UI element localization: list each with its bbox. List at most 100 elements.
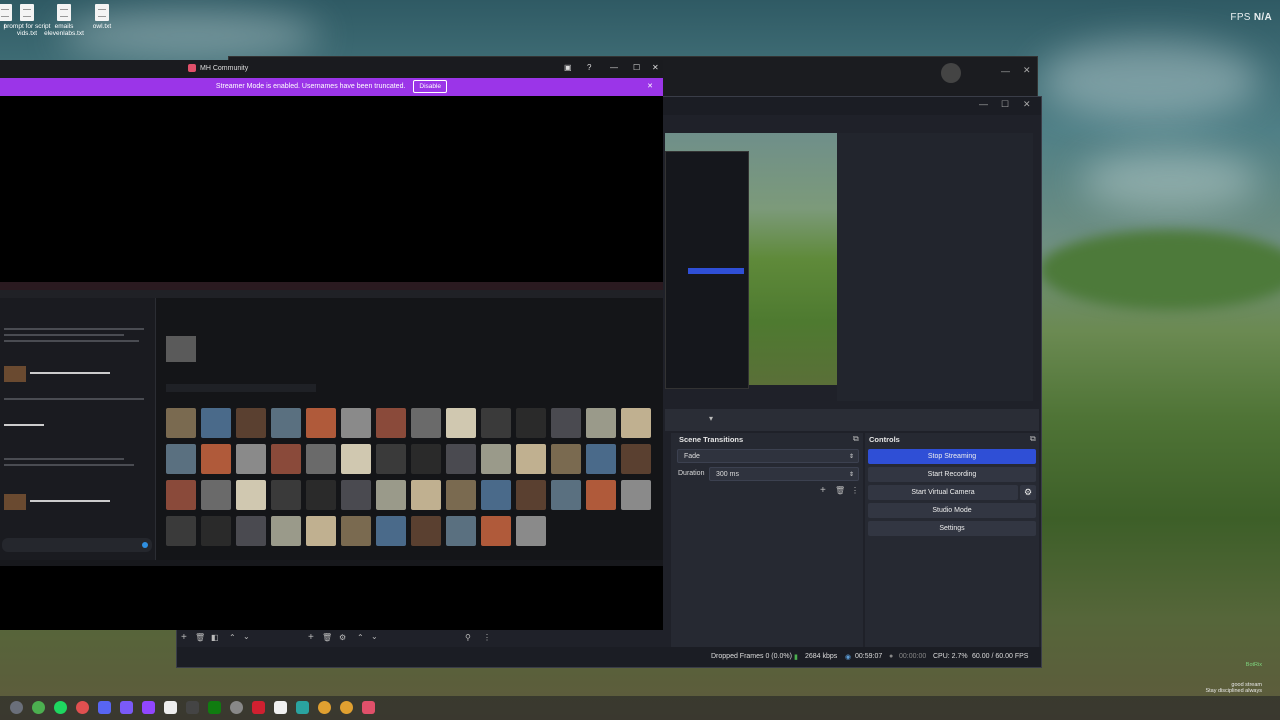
chevron-down-icon[interactable]: ▾	[709, 414, 713, 423]
gear-icon[interactable]: ⚙	[339, 633, 346, 642]
add-icon[interactable]: +	[820, 485, 826, 496]
start-virtual-camera-button[interactable]: Start Virtual Camera	[868, 485, 1018, 500]
spotify-icon[interactable]	[54, 701, 67, 714]
app-icon[interactable]	[164, 701, 177, 714]
image-thumbnail[interactable]	[341, 480, 371, 510]
duration-field[interactable]: 300 ms ⇕	[709, 467, 859, 481]
settings-icon[interactable]	[230, 701, 243, 714]
image-thumbnail[interactable]	[271, 444, 301, 474]
image-thumbnail[interactable]	[166, 444, 196, 474]
settings-button[interactable]: Settings	[868, 521, 1036, 536]
app-icon[interactable]	[252, 701, 265, 714]
image-thumbnail[interactable]	[551, 444, 581, 474]
close-icon[interactable]: ✕	[1023, 99, 1031, 110]
image-thumbnail[interactable]	[201, 444, 231, 474]
image-thumbnail[interactable]	[201, 516, 231, 546]
chevron-up-icon[interactable]: ⌃	[229, 633, 236, 642]
app-icon[interactable]	[32, 701, 45, 714]
image-thumbnail[interactable]	[446, 444, 476, 474]
image-thumbnail[interactable]	[166, 480, 196, 510]
image-thumbnail[interactable]	[481, 408, 511, 438]
more-icon[interactable]: ⋮	[851, 486, 859, 495]
image-thumbnail[interactable]	[166, 516, 196, 546]
image-thumbnail[interactable]	[481, 444, 511, 474]
image-thumbnail[interactable]	[621, 480, 651, 510]
chrome-icon[interactable]	[340, 701, 353, 714]
image-thumbnail[interactable]	[411, 444, 441, 474]
image-thumbnail[interactable]	[411, 516, 441, 546]
image-thumbnail[interactable]	[411, 480, 441, 510]
image-thumbnail[interactable]	[516, 480, 546, 510]
close-icon[interactable]: ✕	[1023, 65, 1031, 76]
chrome-icon[interactable]	[318, 701, 331, 714]
more-icon[interactable]: ⋮	[483, 633, 491, 642]
discord-icon[interactable]	[98, 701, 111, 714]
minimize-icon[interactable]: —	[979, 99, 988, 109]
trash-icon[interactable]: 🗑	[835, 486, 845, 495]
minimize-icon[interactable]: —	[1001, 66, 1010, 76]
image-thumbnail[interactable]	[586, 480, 616, 510]
image-thumbnail[interactable]	[586, 444, 616, 474]
close-icon[interactable]: ✕	[647, 78, 653, 96]
image-thumbnail[interactable]	[411, 408, 441, 438]
desktop-file-icon[interactable]: owl.txt	[77, 4, 127, 30]
shared-screen[interactable]	[0, 282, 663, 566]
image-thumbnail[interactable]	[446, 516, 476, 546]
image-thumbnail[interactable]	[201, 480, 231, 510]
maximize-icon[interactable]: ☐	[633, 63, 640, 72]
stop-streaming-button[interactable]: Stop Streaming	[868, 449, 1036, 464]
image-thumbnail[interactable]	[341, 444, 371, 474]
image-thumbnail[interactable]	[236, 516, 266, 546]
image-thumbnail[interactable]	[166, 408, 196, 438]
image-thumbnail[interactable]	[306, 408, 336, 438]
image-thumbnail[interactable]	[341, 516, 371, 546]
gear-icon[interactable]: ⚙	[1020, 485, 1036, 500]
close-icon[interactable]: ✕	[652, 63, 659, 72]
image-thumbnail[interactable]	[306, 516, 336, 546]
image-thumbnail[interactable]	[306, 480, 336, 510]
stream-preview[interactable]	[665, 133, 837, 389]
app-icon[interactable]	[76, 701, 89, 714]
image-thumbnail[interactable]	[306, 444, 336, 474]
trash-icon[interactable]: 🗑	[322, 633, 332, 642]
image-thumbnail[interactable]	[551, 480, 581, 510]
image-thumbnail[interactable]	[516, 516, 546, 546]
image-thumbnail[interactable]	[516, 408, 546, 438]
app-icon[interactable]	[186, 701, 199, 714]
image-thumbnail[interactable]	[551, 408, 581, 438]
image-thumbnail[interactable]	[236, 444, 266, 474]
app-icon[interactable]	[296, 701, 309, 714]
image-thumbnail[interactable]	[376, 516, 406, 546]
studio-mode-button[interactable]: Studio Mode	[868, 503, 1036, 518]
dock-undock-icon[interactable]: ⧉	[1030, 434, 1036, 444]
image-thumbnail[interactable]	[586, 408, 616, 438]
chevron-down-icon[interactable]: ⌄	[243, 632, 250, 641]
image-thumbnail[interactable]	[201, 408, 231, 438]
image-thumbnail[interactable]	[621, 444, 651, 474]
start-recording-button[interactable]: Start Recording	[868, 467, 1036, 482]
image-thumbnail[interactable]	[271, 516, 301, 546]
disable-button[interactable]: Disable	[413, 80, 448, 93]
maximize-icon[interactable]: ☐	[1001, 99, 1009, 110]
image-thumbnail[interactable]	[481, 480, 511, 510]
chrome-icon[interactable]	[10, 701, 23, 714]
image-thumbnail[interactable]	[446, 408, 476, 438]
image-thumbnail[interactable]	[236, 408, 266, 438]
chevron-up-icon[interactable]: ⌃	[357, 633, 364, 642]
twitch-icon[interactable]	[142, 701, 155, 714]
chevron-down-icon[interactable]: ⌄	[371, 632, 378, 641]
minimize-icon[interactable]: —	[610, 63, 618, 72]
add-icon[interactable]: +	[308, 632, 314, 643]
image-thumbnail[interactable]	[376, 408, 406, 438]
help-icon[interactable]: ?	[587, 63, 591, 72]
image-thumbnail[interactable]	[446, 480, 476, 510]
filter-icon[interactable]: ◧	[211, 633, 219, 642]
image-thumbnail[interactable]	[376, 480, 406, 510]
image-thumbnail[interactable]	[516, 444, 546, 474]
dock-undock-icon[interactable]: ⧉	[853, 434, 859, 444]
image-thumbnail[interactable]	[271, 480, 301, 510]
image-thumbnail[interactable]	[621, 408, 651, 438]
inbox-icon[interactable]: ▣	[564, 63, 572, 72]
add-icon[interactable]: +	[181, 632, 187, 643]
image-thumbnail[interactable]	[481, 516, 511, 546]
